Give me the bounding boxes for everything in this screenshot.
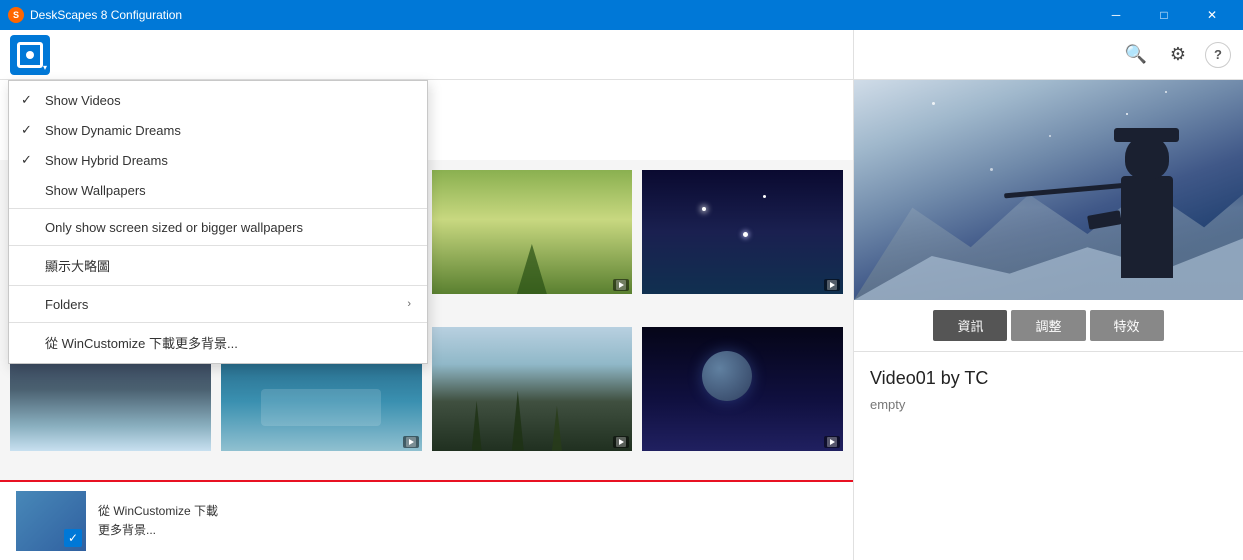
bottom-text: 從 WinCustomize 下載 更多背景... xyxy=(98,502,218,540)
menu-item-folders[interactable]: ✓ Folders › xyxy=(9,289,427,319)
dropdown-arrow-icon: ▾ xyxy=(43,63,47,72)
right-toolbar: 🔍 ⚙ ? xyxy=(854,30,1243,80)
tab-info[interactable]: 資訊 xyxy=(933,310,1007,341)
help-icon: ? xyxy=(1214,47,1222,62)
video-badge xyxy=(613,279,629,291)
menu-label-folders: Folders xyxy=(45,297,399,312)
menu-item-show-hybrid-dreams[interactable]: ✓ Show Hybrid Dreams xyxy=(9,145,427,175)
menu-label-show-dynamic-dreams: Show Dynamic Dreams xyxy=(45,123,411,138)
download-text-line2: 更多背景... xyxy=(98,521,218,540)
menu-label-download: 從 WinCustomize 下載更多背景... xyxy=(45,333,411,352)
wallpaper-subtitle: empty xyxy=(870,397,1227,412)
minimize-button[interactable]: ─ xyxy=(1093,0,1139,30)
preview-background xyxy=(854,80,1243,300)
title-bar: S DeskScapes 8 Configuration ─ □ ✕ xyxy=(0,0,1243,30)
thumb-preview xyxy=(642,170,843,294)
app-title: DeskScapes 8 Configuration xyxy=(30,8,182,22)
menu-separator-4 xyxy=(9,322,427,323)
tab-adjust[interactable]: 調整 xyxy=(1011,310,1085,341)
menu-item-show-dynamic-dreams[interactable]: ✓ Show Dynamic Dreams xyxy=(9,115,427,145)
settings-button[interactable]: ⚙ xyxy=(1163,40,1193,70)
menu-label-show-hybrid-dreams: Show Hybrid Dreams xyxy=(45,153,411,168)
menu-label-thumbnails: 顯示大略圖 xyxy=(45,256,411,275)
thumb-preview xyxy=(642,327,843,451)
thumbnail-item[interactable] xyxy=(640,325,845,453)
menu-item-show-videos[interactable]: ✓ Show Videos xyxy=(9,85,427,115)
menu-item-screen-sized[interactable]: ✓ Only show screen sized or bigger wallp… xyxy=(9,212,427,242)
menu-separator-1 xyxy=(9,208,427,209)
video-badge xyxy=(824,279,840,291)
thumbnail-item[interactable] xyxy=(430,325,635,453)
search-button[interactable]: 🔍 xyxy=(1121,40,1151,70)
bottom-thumb: ✓ xyxy=(16,491,86,551)
app-logo-inner xyxy=(17,42,43,68)
video-badge xyxy=(613,436,629,448)
video-badge xyxy=(824,436,840,448)
selected-check-icon: ✓ xyxy=(64,529,82,547)
toolbar: ▾ xyxy=(0,30,853,80)
menu-separator-3 xyxy=(9,285,427,286)
menu-label-screen-sized: Only show screen sized or bigger wallpap… xyxy=(45,220,411,235)
gear-icon: ⚙ xyxy=(1170,44,1186,65)
download-text-line1: 從 WinCustomize 下載 xyxy=(98,502,218,521)
maximize-button[interactable]: □ xyxy=(1141,0,1187,30)
left-panel: ▾ ✓ Show Videos ✓ Show Dynamic Dreams ✓ … xyxy=(0,30,853,560)
menu-label-show-wallpapers: Show Wallpapers xyxy=(45,183,411,198)
search-icon: 🔍 xyxy=(1125,44,1147,65)
main-content: ▾ ✓ Show Videos ✓ Show Dynamic Dreams ✓ … xyxy=(0,30,1243,560)
window-controls: ─ □ ✕ xyxy=(1093,0,1235,30)
app-logo-button[interactable]: ▾ xyxy=(10,35,50,75)
close-button[interactable]: ✕ xyxy=(1189,0,1235,30)
right-panel: 🔍 ⚙ ? xyxy=(853,30,1243,560)
detail-tabs: 資訊 調整 特效 xyxy=(854,300,1243,352)
wallpaper-title: Video01 by TC xyxy=(870,368,1227,389)
dropdown-menu: ✓ Show Videos ✓ Show Dynamic Dreams ✓ Sh… xyxy=(8,80,428,364)
check-icon-hybrid: ✓ xyxy=(21,152,37,168)
menu-separator-2 xyxy=(9,245,427,246)
info-section: Video01 by TC empty xyxy=(854,352,1243,428)
title-bar-left: S DeskScapes 8 Configuration xyxy=(8,7,182,23)
thumb-preview xyxy=(432,327,633,451)
thumbnail-item[interactable] xyxy=(430,168,635,296)
help-button[interactable]: ? xyxy=(1205,42,1231,68)
menu-label-show-videos: Show Videos xyxy=(45,93,411,108)
menu-item-thumbnails[interactable]: ✓ 顯示大略圖 xyxy=(9,249,427,282)
app-icon: S xyxy=(8,7,24,23)
bottom-download-bar: ✓ 從 WinCustomize 下載 更多背景... xyxy=(0,480,853,560)
preview-image xyxy=(854,80,1243,300)
check-icon-dynamic: ✓ xyxy=(21,122,37,138)
check-icon-videos: ✓ xyxy=(21,92,37,108)
submenu-arrow-icon: › xyxy=(407,298,411,310)
video-badge xyxy=(403,436,419,448)
menu-item-download[interactable]: ✓ 從 WinCustomize 下載更多背景... xyxy=(9,326,427,359)
thumbnail-item[interactable] xyxy=(640,168,845,296)
menu-item-show-wallpapers[interactable]: ✓ Show Wallpapers xyxy=(9,175,427,205)
tab-effects[interactable]: 特效 xyxy=(1090,310,1164,341)
thumb-preview xyxy=(432,170,633,294)
